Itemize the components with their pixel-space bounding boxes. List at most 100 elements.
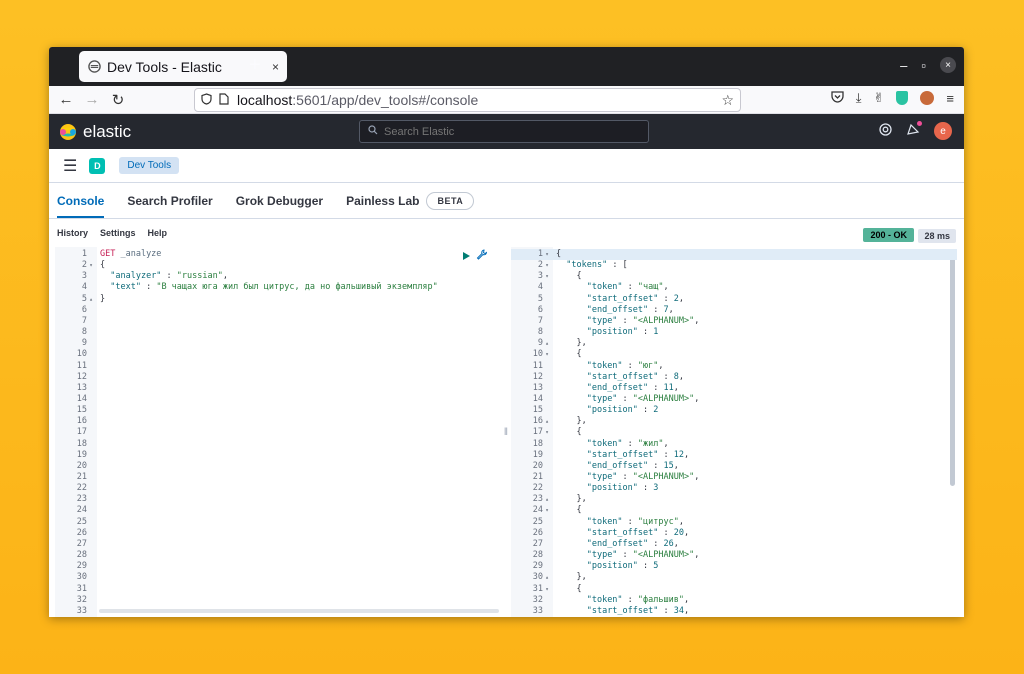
request-line[interactable]: 12 xyxy=(55,372,501,383)
response-line[interactable]: 9 ▴ }, xyxy=(511,338,957,349)
request-line[interactable]: 32 xyxy=(55,595,501,606)
tab-grok-debugger[interactable]: Grok Debugger xyxy=(236,184,323,218)
response-line[interactable]: 28 "type" : "<ALPHANUM>", xyxy=(511,550,957,561)
response-line[interactable]: 7 "type" : "<ALPHANUM>", xyxy=(511,316,957,327)
request-editor[interactable]: 1 GET _analyze 2 ▾ {3 "analyzer" : "russian"… xyxy=(55,247,501,617)
response-line[interactable]: 14 "type" : "<ALPHANUM>", xyxy=(511,394,957,405)
request-line[interactable]: 10 xyxy=(55,349,501,360)
vpn-shield-icon[interactable] xyxy=(896,91,909,105)
response-line[interactable]: 2 ▾ "tokens" : [ xyxy=(511,260,957,271)
request-line[interactable]: 27 xyxy=(55,539,501,550)
tab-search-profiler[interactable]: Search Profiler xyxy=(127,184,212,218)
response-line[interactable]: 25 "token" : "цитрус", xyxy=(511,517,957,528)
response-line[interactable]: 32 "token" : "фальшив", xyxy=(511,595,957,606)
request-line[interactable]: 3 "analyzer" : "russian", xyxy=(55,271,501,282)
hamburger-menu-icon[interactable]: ☰ xyxy=(63,156,77,176)
request-line[interactable]: 22 xyxy=(55,483,501,494)
tab-painless-lab[interactable]: Painless Lab xyxy=(346,184,419,218)
request-line[interactable]: 15 xyxy=(55,405,501,416)
request-line[interactable]: 17 xyxy=(55,427,501,438)
response-line[interactable]: 4 "token" : "чащ", xyxy=(511,282,957,293)
response-line[interactable]: 20 "end_offset" : 15, xyxy=(511,461,957,472)
reload-button[interactable]: ↻ xyxy=(105,91,131,109)
newsfeed-icon[interactable] xyxy=(906,121,922,139)
request-line[interactable]: 7 xyxy=(55,316,501,327)
request-line[interactable]: 2 ▾ { xyxy=(55,260,501,271)
response-line[interactable]: 1 ▾ { xyxy=(511,249,957,261)
request-line[interactable]: 20 xyxy=(55,461,501,472)
request-line[interactable]: 1 GET _analyze xyxy=(55,249,501,260)
fold-toggle-icon[interactable]: ▾ xyxy=(543,427,551,438)
search-input[interactable] xyxy=(384,125,624,138)
fold-toggle-icon[interactable]: ▾ xyxy=(87,260,95,271)
new-tab-button[interactable]: + xyxy=(249,55,261,75)
response-line[interactable]: 11 "token" : "юг", xyxy=(511,361,957,372)
response-line[interactable]: 3 ▾ { xyxy=(511,271,957,282)
fold-toggle-icon[interactable]: ▴ xyxy=(543,572,551,583)
fold-toggle-icon[interactable]: ▾ xyxy=(543,505,551,516)
tab-console[interactable]: Console xyxy=(57,184,105,218)
request-line[interactable]: 33 xyxy=(55,606,501,617)
fold-toggle-icon[interactable]: ▾ xyxy=(543,271,551,282)
fold-toggle-icon[interactable]: ▴ xyxy=(543,338,551,349)
fold-toggle-icon[interactable]: ▴ xyxy=(543,494,551,505)
request-line[interactable]: 28 xyxy=(55,550,501,561)
request-line[interactable]: 31 xyxy=(55,584,501,595)
response-line[interactable]: 24 ▾ { xyxy=(511,505,957,516)
close-window-button[interactable]: × xyxy=(940,57,956,73)
menu-icon[interactable]: ≡ xyxy=(946,91,954,106)
response-line[interactable]: 21 "type" : "<ALPHANUM>", xyxy=(511,472,957,483)
user-avatar[interactable]: e xyxy=(934,122,952,140)
request-line[interactable]: 25 xyxy=(55,517,501,528)
request-line[interactable]: 18 xyxy=(55,439,501,450)
response-line[interactable]: 23 ▴ }, xyxy=(511,494,957,505)
response-line[interactable]: 12 "start_offset" : 8, xyxy=(511,372,957,383)
history-link[interactable]: History xyxy=(57,228,88,238)
account-avatar-icon[interactable] xyxy=(920,91,935,105)
request-line[interactable]: 8 xyxy=(55,327,501,338)
response-line[interactable]: 17 ▾ { xyxy=(511,427,957,438)
response-line[interactable]: 18 "token" : "жил", xyxy=(511,439,957,450)
help-link[interactable]: Help xyxy=(148,228,168,238)
response-line[interactable]: 6 "end_offset" : 7, xyxy=(511,305,957,316)
request-line[interactable]: 16 xyxy=(55,416,501,427)
split-resize-handle[interactable]: ‖ xyxy=(501,247,511,617)
pocket-icon[interactable] xyxy=(831,90,844,106)
bookmark-star-icon[interactable]: ☆ xyxy=(721,92,734,109)
breadcrumb-dev-tools[interactable]: Dev Tools xyxy=(119,157,180,174)
request-line[interactable]: 9 xyxy=(55,338,501,349)
request-line[interactable]: 29 xyxy=(55,561,501,572)
extension-icon[interactable]: ✌ xyxy=(874,90,885,106)
request-line[interactable]: 19 xyxy=(55,450,501,461)
minimize-button[interactable]: – xyxy=(900,58,907,73)
request-line[interactable]: 11 xyxy=(55,361,501,372)
request-line[interactable]: 24 xyxy=(55,505,501,516)
fold-toggle-icon[interactable]: ▾ xyxy=(543,584,551,595)
back-button[interactable]: ← xyxy=(53,91,79,108)
request-line[interactable]: 23 xyxy=(55,494,501,505)
request-line[interactable]: 30 xyxy=(55,572,501,583)
fold-toggle-icon[interactable]: ▾ xyxy=(543,349,551,360)
help-icon[interactable] xyxy=(879,123,892,139)
response-line[interactable]: 29 "position" : 5 xyxy=(511,561,957,572)
request-line[interactable]: 14 xyxy=(55,394,501,405)
request-line[interactable]: 5 ▴} xyxy=(55,294,501,305)
tab-close-icon[interactable]: × xyxy=(272,60,279,74)
response-line[interactable]: 15 "position" : 2 xyxy=(511,405,957,416)
response-line[interactable]: 26 "start_offset" : 20, xyxy=(511,528,957,539)
fold-toggle-icon[interactable]: ▴ xyxy=(87,294,95,305)
request-line[interactable]: 6 xyxy=(55,305,501,316)
response-line[interactable]: 31 ▾ { xyxy=(511,584,957,595)
request-line[interactable]: 4 "text" : "В чащах юга жил был цитрус, … xyxy=(55,282,501,293)
settings-link[interactable]: Settings xyxy=(100,228,136,238)
response-line[interactable]: 5 "start_offset" : 2, xyxy=(511,294,957,305)
response-line[interactable]: 13 "end_offset" : 11, xyxy=(511,383,957,394)
response-line[interactable]: 10 ▾ { xyxy=(511,349,957,360)
fold-toggle-icon[interactable]: ▴ xyxy=(543,416,551,427)
request-line[interactable]: 13 xyxy=(55,383,501,394)
forward-button[interactable]: → xyxy=(79,91,105,108)
download-icon[interactable]: ⤓ xyxy=(856,90,862,106)
fold-toggle-icon[interactable]: ▾ xyxy=(543,249,551,260)
global-search[interactable] xyxy=(359,120,649,143)
fold-toggle-icon[interactable]: ▾ xyxy=(543,260,551,271)
